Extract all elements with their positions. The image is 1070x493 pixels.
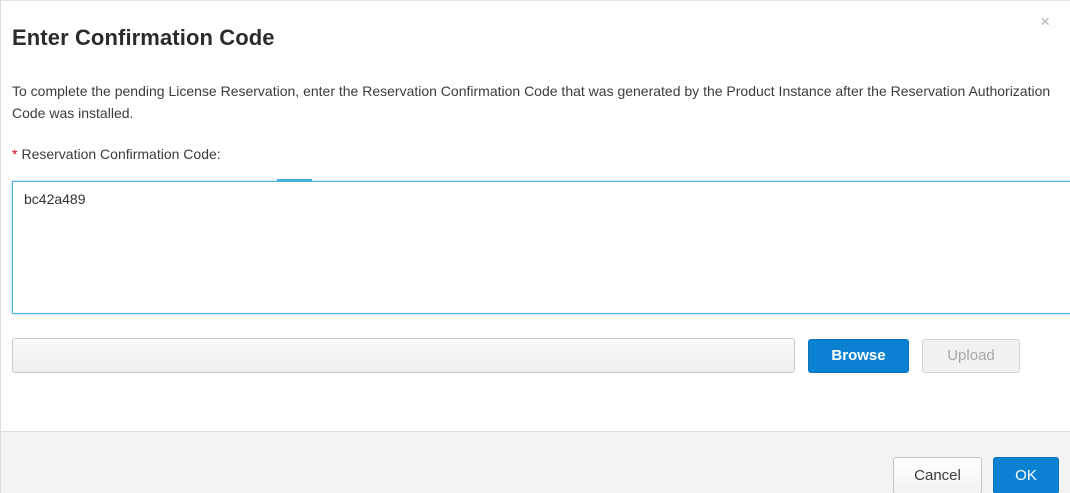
dialog-description: To complete the pending License Reservat… (12, 83, 1051, 121)
confirmation-code-label-text: Reservation Confirmation Code: (21, 146, 221, 162)
browse-button[interactable]: Browse (808, 339, 909, 373)
dialog-title: Enter Confirmation Code (12, 25, 275, 50)
cancel-button[interactable]: Cancel (893, 457, 982, 493)
upload-button: Upload (922, 339, 1020, 373)
confirmation-code-textarea[interactable]: bc42a489 (12, 181, 1070, 314)
close-icon[interactable]: × (1040, 13, 1050, 30)
required-marker: * (12, 146, 18, 162)
file-path-field[interactable] (12, 338, 795, 373)
confirmation-code-dialog: Enter Confirmation Code × To complete th… (0, 0, 1070, 493)
ok-button[interactable]: OK (993, 457, 1059, 493)
confirmation-code-label: * Reservation Confirmation Code: (12, 146, 221, 162)
